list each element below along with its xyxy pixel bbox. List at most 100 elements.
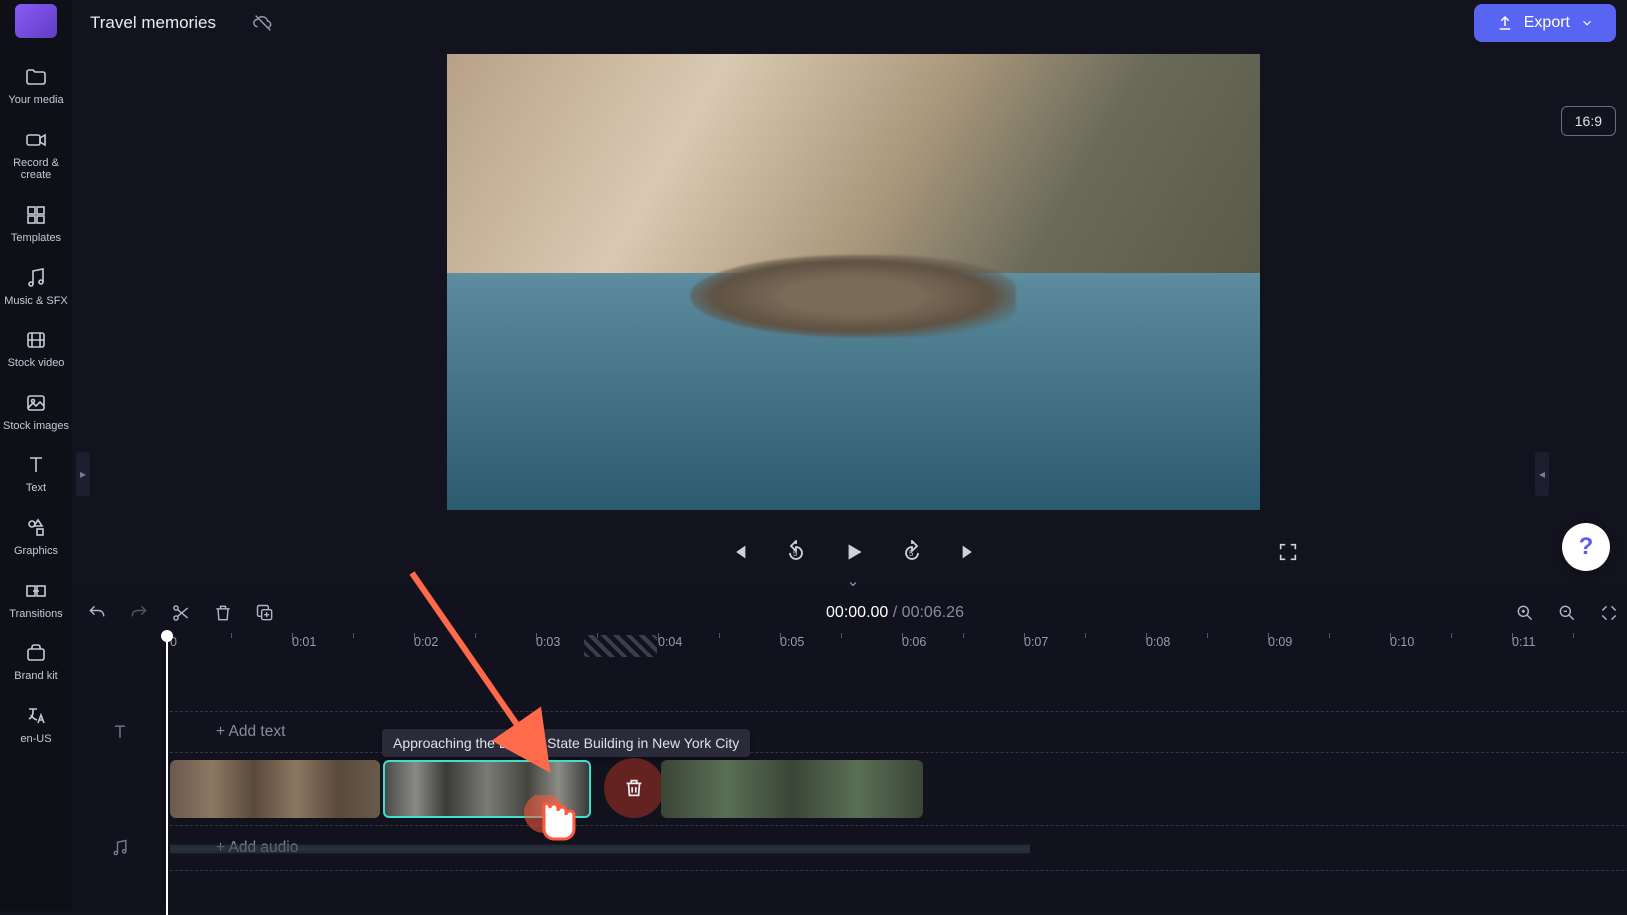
brandkit-icon (23, 640, 49, 666)
ruler-tick: 0:11 (1512, 635, 1627, 663)
aspect-ratio-button[interactable]: 16:9 (1561, 106, 1616, 136)
ruler-tick: 0 (170, 635, 292, 663)
duplicate-button[interactable] (254, 602, 276, 624)
project-title[interactable]: Travel memories (90, 13, 216, 33)
audio-waveform (170, 831, 1030, 867)
timeline-toolbar: 00:00.00 / 00:06.26 (72, 591, 1627, 635)
ruler-tick: 0:08 (1146, 635, 1268, 663)
expand-right-panel[interactable]: ◂ (1535, 452, 1549, 496)
chevron-down-icon (1580, 16, 1594, 30)
nav-label: en-US (20, 733, 51, 746)
timeline-panel: 00:00.00 / 00:06.26 0 0:01 0:02 0:03 (72, 591, 1627, 911)
nav-label: Your media (8, 94, 63, 107)
timeline-tracks: + Add text Approaching the Empire State … (72, 663, 1627, 911)
nav-label: Music & SFX (4, 295, 68, 308)
transitions-icon (23, 578, 49, 604)
zoom-in-button[interactable] (1514, 602, 1536, 624)
main-area: Travel memories Export 16:9 5 (72, 0, 1627, 911)
svg-text:5: 5 (793, 549, 798, 558)
zoom-out-button[interactable] (1556, 602, 1578, 624)
nav-label: Record & create (0, 157, 72, 182)
nav-label: Stock images (3, 420, 69, 433)
nav-label: Graphics (14, 545, 58, 558)
collapse-preview-chevron[interactable]: ⌄ (846, 571, 859, 591)
player-controls: 5 5 (404, 528, 1302, 576)
export-label: Export (1524, 14, 1570, 32)
folder-icon (23, 64, 49, 90)
playhead[interactable] (166, 635, 168, 915)
film-icon (23, 327, 49, 353)
current-time: 00:00 (826, 604, 866, 621)
nav-label: Templates (11, 232, 61, 245)
ruler-tick: 0:06 (902, 635, 1024, 663)
video-clip-3[interactable] (661, 760, 923, 818)
shapes-icon (23, 515, 49, 541)
ruler-tick: 0:07 (1024, 635, 1146, 663)
ruler-tick: 0:04 (658, 635, 780, 663)
audio-track[interactable]: + Add audio (170, 825, 1627, 871)
clip-tooltip: Approaching the Empire State Building in… (382, 729, 750, 757)
ruler-tick: 0:05 (780, 635, 902, 663)
nav-label: Text (26, 482, 46, 495)
nav-label: Transitions (9, 608, 62, 621)
play-button[interactable] (840, 538, 868, 566)
grid-icon (23, 202, 49, 228)
image-icon (23, 390, 49, 416)
skip-back-button[interactable] (724, 538, 752, 566)
duration-time: 00:06 (902, 604, 942, 621)
cloud-off-icon[interactable] (252, 12, 274, 34)
text-track-placeholder: + Add text (216, 723, 285, 741)
delete-button[interactable] (212, 602, 234, 624)
export-button[interactable]: Export (1474, 4, 1616, 42)
nav-music-sfx[interactable]: Music & SFX (0, 255, 72, 318)
nav-language[interactable]: en-US (0, 693, 72, 756)
ruler-tick: 0:03 (536, 635, 658, 663)
nav-stock-images[interactable]: Stock images (0, 380, 72, 443)
left-sidebar: Your media Record & create Templates Mus… (0, 0, 72, 911)
fit-button[interactable] (1598, 602, 1620, 624)
ruler-tick: 0:10 (1390, 635, 1512, 663)
svg-text:5: 5 (909, 549, 914, 558)
ruler-tick: 0:09 (1268, 635, 1390, 663)
help-button[interactable]: ? (1562, 523, 1610, 571)
ruler-tick: 0:01 (292, 635, 414, 663)
redo-button[interactable] (128, 602, 150, 624)
nav-graphics[interactable]: Graphics (0, 505, 72, 568)
question-icon: ? (1579, 533, 1594, 561)
language-icon (23, 703, 49, 729)
nav-stock-video[interactable]: Stock video (0, 317, 72, 380)
timeline-time-display: 00:00.00 / 00:06.26 (296, 604, 1494, 622)
rewind-5-button[interactable]: 5 (782, 538, 810, 566)
skip-forward-button[interactable] (956, 538, 984, 566)
nav-templates[interactable]: Templates (0, 192, 72, 255)
upload-icon (1496, 14, 1514, 32)
trash-icon (623, 777, 645, 799)
nav-label: Stock video (8, 357, 65, 370)
text-track-icon (100, 712, 140, 752)
expand-left-panel[interactable]: ▸ (76, 452, 90, 496)
audio-track-icon (100, 828, 140, 868)
text-icon (23, 452, 49, 478)
nav-transitions[interactable]: Transitions (0, 568, 72, 631)
nav-your-media[interactable]: Your media (0, 54, 72, 117)
camera-icon (23, 127, 49, 153)
timeline-ruler[interactable]: 0 0:01 0:02 0:03 0:04 0:05 0:06 0:07 0:0… (72, 635, 1627, 663)
top-bar: Travel memories Export (72, 0, 1627, 46)
app-logo[interactable] (15, 4, 57, 38)
nav-brand-kit[interactable]: Brand kit (0, 630, 72, 693)
forward-5-button[interactable]: 5 (898, 538, 926, 566)
undo-button[interactable] (86, 602, 108, 624)
video-clip-1[interactable] (170, 760, 380, 818)
music-icon (23, 265, 49, 291)
nav-label: Brand kit (14, 670, 57, 683)
delete-gap-button[interactable] (604, 758, 664, 818)
ruler-tick: 0:02 (414, 635, 536, 663)
nav-text[interactable]: Text (0, 442, 72, 505)
fullscreen-button[interactable] (1274, 538, 1302, 566)
video-track[interactable]: Approaching the Empire State Building in… (170, 759, 1627, 819)
split-button[interactable] (170, 602, 192, 624)
preview-area: 16:9 5 5 (72, 46, 1627, 591)
video-preview[interactable] (447, 54, 1260, 510)
nav-record-create[interactable]: Record & create (0, 117, 72, 192)
video-clip-2-selected[interactable] (383, 760, 591, 818)
